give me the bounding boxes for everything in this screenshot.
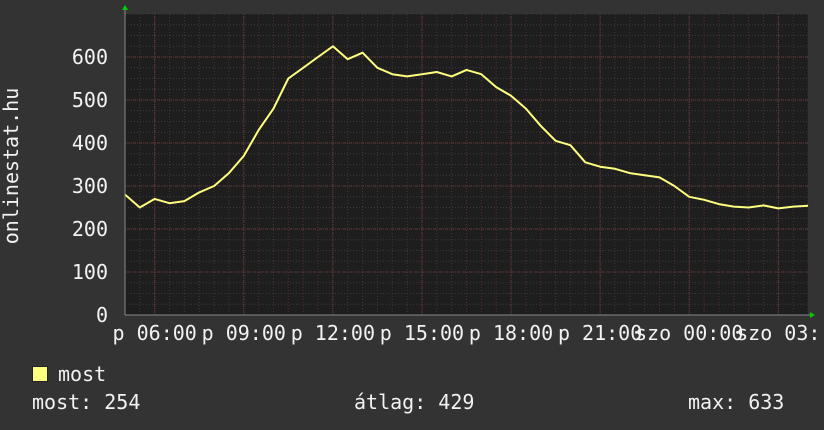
x-tick-label: szo 00:00 [635, 321, 743, 345]
legend-swatch [32, 366, 48, 382]
legend-label: most [58, 362, 107, 386]
y-tick-label: 100 [72, 260, 108, 284]
y-axis-ticks: 0 100 200 300 400 500 600 [72, 45, 108, 327]
x-tick-label: p 06:00 [113, 321, 197, 345]
traffic-chart: 0 100 200 300 400 500 600 p 06:00 p 09:00 p 12:0… [0, 5, 821, 345]
y-tick-label: 600 [72, 45, 108, 69]
y-axis-label: onlinestat.hu [0, 88, 23, 245]
x-tick-label: szo 03: [736, 321, 820, 345]
y-tick-label: 200 [72, 217, 108, 241]
x-axis-arrow [810, 312, 815, 318]
y-axis-arrow [122, 5, 128, 10]
y-tick-label: 400 [72, 131, 108, 155]
x-tick-label: p 21:00 [558, 321, 642, 345]
legend: most [32, 362, 106, 386]
y-tick-label: 500 [72, 88, 108, 112]
y-tick-label: 0 [96, 303, 108, 327]
x-axis-ticks: p 06:00 p 09:00 p 12:00 p 15:00 p 18:00 p 21:… [113, 321, 821, 345]
stat-current: most: 254 [32, 390, 141, 414]
x-tick-label: p 12:00 [291, 321, 375, 345]
stat-average: átlag: 429 [354, 390, 475, 414]
x-tick-label: p 15:00 [380, 321, 464, 345]
x-tick-label: p 09:00 [202, 321, 286, 345]
stat-max: max: 633 [688, 390, 785, 414]
x-tick-label: p 18:00 [469, 321, 553, 345]
y-tick-label: 300 [72, 174, 108, 198]
